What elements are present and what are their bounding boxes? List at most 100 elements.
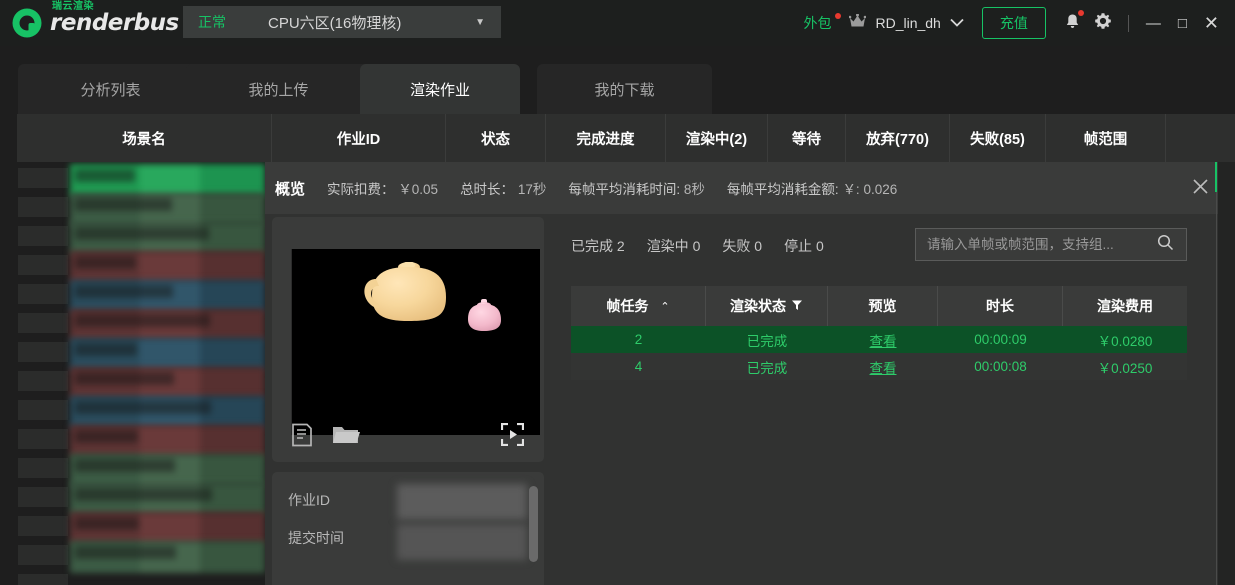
outsource-badge[interactable]: 外包	[803, 13, 842, 33]
close-button[interactable]: ✕	[1204, 13, 1219, 34]
filter-icon[interactable]	[791, 298, 803, 314]
frame-table-header-2[interactable]: 预览	[828, 286, 938, 326]
tab-render-jobs[interactable]: 渲染作业	[360, 64, 520, 114]
frame-table-row[interactable]: 2 已完成 查看 00:00:09 ￥0.0280	[571, 326, 1187, 353]
frame-table-header-4[interactable]: 渲染费用	[1063, 286, 1187, 326]
preview-link-cell[interactable]: 查看	[828, 353, 938, 380]
tab-my-uploads[interactable]: 我的上传	[186, 64, 371, 114]
maximize-button[interactable]: □	[1178, 15, 1187, 32]
frame-task-table: 帧任务 ⌃ 渲染状态 预览 时长 渲染费用 2 已完成 查看 00:00:09 ￥0.0280 4 已…	[571, 286, 1187, 380]
job-info-label-job-id: 作业ID	[288, 492, 330, 508]
tab-my-downloads[interactable]: 我的下载	[537, 64, 712, 114]
job-row-gutter	[18, 255, 68, 275]
job-row-gutter	[18, 371, 68, 391]
overview-body: 作业ID 提交时间 已完成 2 渲染中 0 失败 0 停止 0 帧任务 ⌃ 渲染状态…	[265, 214, 1235, 585]
job-list-row[interactable]	[70, 338, 265, 370]
column-header-0[interactable]: 场景名	[17, 114, 272, 162]
frame-stat-completed: 已完成 2	[571, 238, 625, 254]
job-row-gutter	[18, 574, 68, 585]
fullscreen-icon[interactable]	[500, 422, 525, 451]
frame-stat-stopped: 停止 0	[784, 238, 824, 254]
render-status-cell: 已完成	[746, 360, 788, 376]
job-info-scrollbar[interactable]	[529, 486, 538, 562]
job-list-gutter	[0, 162, 68, 585]
close-icon[interactable]	[1192, 178, 1209, 200]
job-list-row[interactable]	[70, 280, 265, 312]
column-header-4[interactable]: 渲染中(2)	[666, 114, 768, 162]
tab-analysis-list[interactable]: 分析列表	[18, 64, 203, 114]
crown-icon	[849, 13, 867, 33]
overview-title: 概览	[275, 180, 306, 198]
column-header-5[interactable]: 等待	[768, 114, 846, 162]
frame-search-input[interactable]	[927, 237, 1157, 252]
render-node-selector[interactable]: 正常 CPU六区(16物理核) ▼	[183, 6, 501, 38]
cost-cell: ￥0.0250	[1097, 360, 1153, 376]
preview-prev-chevron-left-icon[interactable]	[305, 337, 313, 355]
bell-icon[interactable]	[1064, 9, 1084, 34]
job-row-gutter	[18, 342, 68, 362]
job-row-text-redacted	[75, 256, 136, 269]
job-list-blurred[interactable]	[0, 162, 265, 585]
render-preview-image[interactable]	[291, 249, 540, 435]
titlebar-right-controls: 外包 RD_lin_dh 充值 — □ ✕	[803, 0, 1235, 46]
job-list-row[interactable]	[70, 396, 265, 428]
logo-english-name: renderbus	[50, 10, 179, 36]
job-list-row[interactable]	[70, 541, 265, 573]
preview-link-cell[interactable]: 查看	[828, 326, 938, 353]
note-icon[interactable]	[291, 423, 313, 452]
frame-status-summary: 已完成 2 渲染中 0 失败 0 停止 0	[571, 236, 846, 256]
job-row-text-redacted	[75, 169, 135, 182]
chevron-up-icon[interactable]: ⌃	[660, 300, 669, 313]
search-icon[interactable]	[1157, 234, 1174, 256]
job-list-row[interactable]	[70, 251, 265, 283]
column-header-1[interactable]: 作业ID	[272, 114, 446, 162]
job-list-row[interactable]	[70, 309, 265, 341]
job-list-row[interactable]	[70, 483, 265, 515]
username-label[interactable]: RD_lin_dh	[875, 15, 940, 31]
job-row-text-redacted	[75, 459, 175, 472]
chevron-down-icon[interactable]: ▼	[475, 17, 485, 28]
job-row-gutter	[18, 226, 68, 246]
minimize-button[interactable]: —	[1146, 15, 1161, 32]
frame-table-header-label: 帧任务	[606, 298, 649, 314]
frame-table-header-label: 渲染状态	[730, 298, 786, 314]
column-header-2[interactable]: 状态	[446, 114, 546, 162]
column-header-7[interactable]: 失败(85)	[950, 114, 1046, 162]
frame-table-header-label: 预览	[868, 298, 897, 314]
cost-cell: ￥0.0280	[1097, 333, 1153, 349]
gear-icon[interactable]	[1094, 12, 1112, 35]
recharge-button[interactable]: 充值	[981, 7, 1046, 39]
job-row-text-redacted	[75, 430, 138, 443]
column-header-8[interactable]: 帧范围	[1046, 114, 1166, 162]
job-row-text-redacted	[75, 314, 210, 327]
column-header-6[interactable]: 放弃(770)	[846, 114, 950, 162]
job-list-row[interactable]	[70, 425, 265, 457]
overview-right-rail	[1216, 162, 1217, 585]
job-row-text-redacted	[75, 517, 139, 530]
job-list-row[interactable]	[70, 222, 265, 254]
job-list-row[interactable]	[70, 512, 265, 544]
job-list-row[interactable]	[70, 367, 265, 399]
frame-table-row[interactable]: 4 已完成 查看 00:00:08 ￥0.0250	[571, 353, 1187, 380]
folder-icon[interactable]	[332, 423, 360, 451]
frame-table-header-3[interactable]: 时长	[938, 286, 1063, 326]
outsource-alert-dot-icon	[835, 13, 842, 19]
job-row-gutter	[18, 545, 68, 565]
frame-search-box[interactable]	[915, 228, 1187, 261]
job-list-row[interactable]	[70, 164, 265, 196]
user-menu-chevron-down-icon[interactable]	[950, 16, 964, 30]
notification-alert-dot-icon	[1077, 9, 1084, 16]
job-list-row[interactable]	[70, 193, 265, 225]
frame-table-header-1[interactable]: 渲染状态	[706, 286, 828, 326]
logo-text: 瑞云渲染 renderbus	[50, 1, 179, 36]
frame-table-header-label: 时长	[986, 298, 1014, 314]
job-row-gutter	[18, 487, 68, 507]
overview-stat-avg-frame-time: 每帧平均消耗时间: 8秒	[568, 182, 705, 197]
job-row-text-redacted	[75, 285, 173, 298]
renderbus-logo-icon	[10, 6, 44, 40]
frame-table-header-0[interactable]: 帧任务 ⌃	[571, 286, 706, 326]
frame-number-cell: 2	[634, 332, 643, 347]
job-row-text-redacted	[75, 372, 174, 385]
column-header-3[interactable]: 完成进度	[546, 114, 666, 162]
job-list-row[interactable]	[70, 454, 265, 486]
